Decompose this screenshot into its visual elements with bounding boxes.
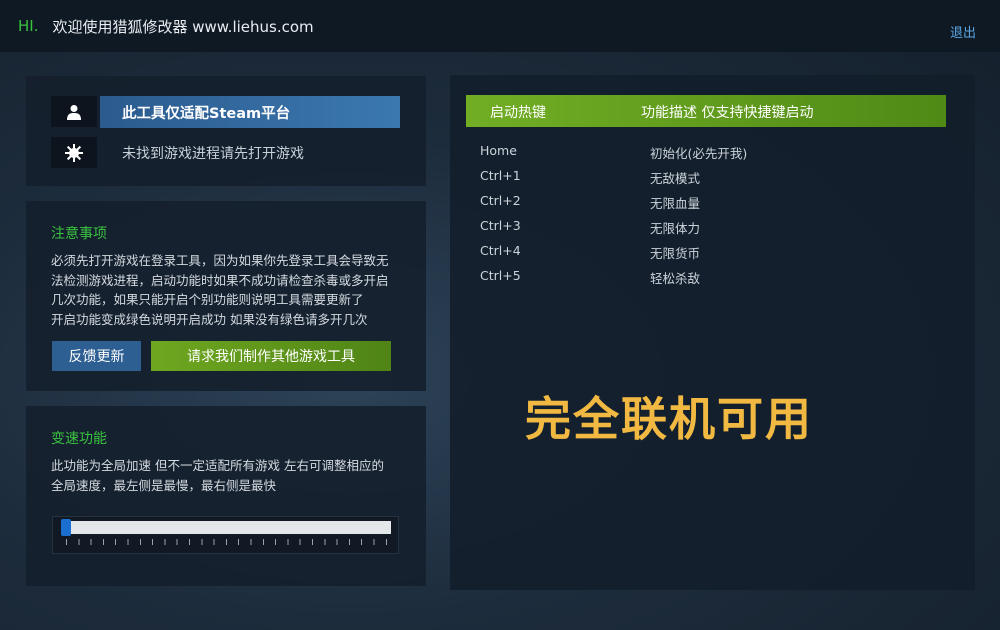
hotkey-row: Ctrl+3 无限体力 (480, 218, 940, 238)
hotkey-row: Ctrl+1 无敌模式 (480, 168, 940, 188)
notice-line: 必须先打开游戏在登录工具，因为如果你先登录工具会导致无 (51, 253, 389, 268)
hotkey-key: Ctrl+1 (480, 168, 521, 183)
hotkey-key: Home (480, 143, 517, 158)
notice-text: 必须先打开游戏在登录工具，因为如果你先登录工具会导致无 法检测游戏进程，启动功能… (51, 251, 389, 329)
slider-track[interactable] (61, 521, 391, 534)
header-hotkey: 启动热键 (490, 105, 546, 121)
hotkey-key: Ctrl+3 (480, 218, 521, 233)
hotkey-key: Ctrl+4 (480, 243, 521, 258)
hotkey-desc: 无敌模式 (650, 171, 701, 186)
hotkey-row: Ctrl+4 无限货币 (480, 243, 940, 263)
speed-title: 变速功能 (51, 431, 107, 447)
gear-icon (51, 137, 97, 168)
hotkey-desc: 轻松杀敌 (650, 271, 701, 286)
speed-line: 全局速度，最左侧是最慢，最右侧是最快 (51, 477, 277, 493)
game-status-text: 未找到游戏进程请先打开游戏 (122, 146, 304, 162)
platform-label: 此工具仅适配Steam平台 (100, 96, 400, 128)
hotkey-key: Ctrl+5 (480, 268, 521, 283)
notice-line: 几次功能，如果只能开启个别功能则说明工具需要更新了 (51, 292, 364, 307)
hotkey-row: Ctrl+2 无限血量 (480, 193, 940, 213)
hi-label: HI. (18, 17, 39, 35)
notice-line: 法检测游戏进程，启动功能时如果不成功请检查杀毒或多开启 (51, 272, 389, 288)
hotkey-desc: 初始化(必先开我) (650, 146, 748, 161)
slider-ticks (66, 539, 388, 545)
hotkeys-panel: 启动热键 功能描述 仅支持快捷键启动 Home 初始化(必先开我) Ctrl+1… (450, 75, 975, 590)
hotkey-desc: 无限血量 (650, 196, 701, 211)
steam-panel: 此工具仅适配Steam平台 未找到游戏进程请先打开游戏 (26, 76, 426, 186)
speed-slider[interactable] (52, 516, 399, 554)
welcome-text: 欢迎使用猎狐修改器 www.liehus.com (52, 17, 314, 36)
hotkey-desc: 无限体力 (650, 221, 701, 236)
online-available-text: 完全联机可用 (525, 392, 813, 446)
request-tool-button[interactable]: 请求我们制作其他游戏工具 (151, 341, 391, 371)
speed-panel: 变速功能 此功能为全局加速 但不一定适配所有游戏 左右可调整相应的 全局速度，最… (26, 406, 426, 586)
speed-line: 此功能为全局加速 但不一定适配所有游戏 左右可调整相应的 (51, 458, 384, 473)
slider-thumb[interactable] (61, 519, 71, 536)
hotkey-table-header: 启动热键 功能描述 仅支持快捷键启动 (466, 95, 946, 127)
header-description: 功能描述 仅支持快捷键启动 (641, 105, 814, 121)
title-bar: HI. 欢迎使用猎狐修改器 www.liehus.com 退出 (0, 0, 1000, 52)
user-icon (51, 96, 97, 127)
speed-text: 此功能为全局加速 但不一定适配所有游戏 左右可调整相应的 全局速度，最左侧是最慢… (51, 456, 384, 495)
notice-title: 注意事项 (51, 226, 107, 242)
feedback-update-button[interactable]: 反馈更新 (52, 341, 141, 371)
notice-panel: 注意事项 必须先打开游戏在登录工具，因为如果你先登录工具会导致无 法检测游戏进程… (26, 201, 426, 391)
hotkey-key: Ctrl+2 (480, 193, 521, 208)
hotkey-desc: 无限货币 (650, 246, 701, 261)
logout-link[interactable]: 退出 (950, 22, 976, 41)
hotkey-row: Ctrl+5 轻松杀敌 (480, 268, 940, 288)
notice-line: 开启功能变成绿色说明开启成功 如果没有绿色请多开几次 (51, 311, 368, 327)
hotkey-row: Home 初始化(必先开我) (480, 143, 940, 163)
